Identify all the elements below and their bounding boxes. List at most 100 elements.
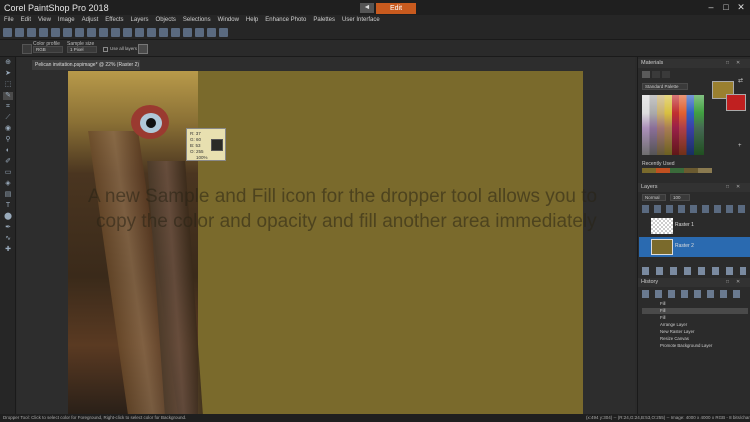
history-item[interactable]: Fill (642, 301, 748, 307)
fit-window-icon[interactable] (195, 27, 204, 37)
save-icon[interactable] (27, 27, 36, 37)
background-swatch[interactable] (726, 94, 746, 111)
layer-tools-row[interactable] (642, 205, 746, 213)
text-tool-icon[interactable]: T (3, 202, 13, 210)
layer-row-raster-1[interactable]: Raster 1 (639, 216, 750, 236)
straighten-tool-icon[interactable]: ⟋ (3, 114, 13, 122)
history-item[interactable]: Promote Background Layer (642, 343, 748, 349)
smart-photo-fix-icon[interactable] (123, 27, 132, 37)
image-canvas[interactable] (68, 71, 583, 414)
menu-objects[interactable]: Objects (156, 17, 176, 23)
layers-float-icon[interactable]: □ (726, 183, 729, 192)
toolbar-overflow-icon[interactable] (219, 27, 228, 37)
paint-brush-icon[interactable]: ✐ (3, 158, 13, 166)
actual-size-icon[interactable] (207, 27, 216, 37)
add-color-icon[interactable]: + (738, 143, 742, 149)
pick-tool-icon[interactable]: ➤ (3, 70, 13, 78)
save-as-icon[interactable] (39, 27, 48, 37)
zoom-out-icon[interactable] (183, 27, 192, 37)
panel-float-icon[interactable]: □ (726, 59, 729, 68)
menu-edit[interactable]: Edit (21, 17, 31, 23)
sample-color-swatch (211, 139, 223, 151)
layer-bottom-tools[interactable] (642, 267, 746, 275)
history-item[interactable]: New Raster Layer (642, 329, 748, 335)
print-icon[interactable] (87, 27, 96, 37)
color-profile-select[interactable]: RGB (33, 46, 63, 53)
new-file-icon[interactable] (3, 27, 12, 37)
flood-fill-icon[interactable]: ◈ (3, 180, 13, 188)
history-close-icon[interactable]: ✕ (736, 278, 740, 287)
caption-line-1: A new Sample and Fill icon for the dropp… (88, 186, 598, 207)
document-tab[interactable]: Pelican invitation.pspimage* @ 22% (Rast… (32, 60, 140, 70)
clone-brush-icon[interactable]: ⚲ (3, 136, 13, 144)
history-item[interactable]: Arrange Layer (642, 322, 748, 328)
history-item[interactable]: Resize Canvas (642, 336, 748, 342)
pan-tool-icon[interactable]: ⊕ (3, 59, 13, 67)
swap-colors-icon[interactable]: ⇄ (738, 77, 743, 84)
warp-brush-icon[interactable]: ∿ (3, 235, 13, 243)
app-title: Corel PaintShop Pro 2018 (4, 2, 109, 13)
dropper-tool-icon[interactable]: ✎ (3, 92, 13, 100)
menu-selections[interactable]: Selections (183, 17, 211, 23)
menu-user-interface[interactable]: User Interface (342, 17, 380, 23)
layer-row-raster-2[interactable]: Raster 2 (639, 237, 750, 257)
history-tools-row[interactable] (642, 290, 746, 298)
maximize-button[interactable]: □ (719, 1, 733, 14)
workspace-tab-edit[interactable]: Edit (376, 3, 416, 14)
dropper-preset-icon[interactable] (22, 44, 32, 54)
palette-select[interactable]: Standard Palette (642, 83, 688, 90)
one-step-fix-icon[interactable] (135, 27, 144, 37)
color-changer-icon[interactable]: ✚ (3, 246, 13, 254)
gradient-tool-icon[interactable]: ▤ (3, 191, 13, 199)
eraser-tool-icon[interactable]: ▭ (3, 169, 13, 177)
menu-help[interactable]: Help (246, 17, 258, 23)
layer-opacity-field[interactable]: 100 (670, 194, 690, 201)
layer-name: Raster 1 (675, 222, 694, 228)
menu-window[interactable]: Window (218, 17, 239, 23)
menu-image[interactable]: Image (58, 17, 75, 23)
menu-enhance-photo[interactable]: Enhance Photo (265, 17, 306, 23)
pen-tool-icon[interactable]: ✒ (3, 224, 13, 232)
sample-blue: B: 53 (190, 143, 201, 148)
history-item[interactable]: Fill (642, 308, 748, 314)
status-bar: Dropper Tool: Click to select color for … (0, 414, 750, 422)
sample-size-select[interactable]: 1 Pixel (67, 46, 97, 53)
selection-tool-icon[interactable]: ⬚ (3, 81, 13, 89)
dodge-tool-icon[interactable]: ◐ (3, 147, 13, 155)
zoom-in-icon[interactable] (171, 27, 180, 37)
share-icon[interactable] (75, 27, 84, 37)
minimize-button[interactable]: – (704, 1, 718, 14)
tools-toolbar: ⊕ ➤ ⬚ ✎ ⌗ ⟋ ◉ ⚲ ◐ ✐ ▭ ◈ ▤ T ⬤ ✒ ∿ ✚ (0, 57, 16, 414)
browse-icon[interactable] (63, 27, 72, 37)
history-item[interactable]: Fill (642, 315, 748, 321)
close-button[interactable]: ✕ (734, 1, 748, 14)
blend-mode-select[interactable]: Normal (642, 194, 666, 201)
use-all-layers-checkbox[interactable] (103, 47, 108, 52)
crop-tool-icon[interactable]: ⌗ (3, 103, 13, 111)
sample-and-fill-icon[interactable] (138, 44, 148, 54)
recent-colors-strip[interactable] (642, 168, 712, 173)
panel-close-icon[interactable]: ✕ (736, 59, 740, 68)
undo-icon[interactable] (99, 27, 108, 37)
red-eye-tool-icon[interactable]: ◉ (3, 125, 13, 133)
layers-close-icon[interactable]: ✕ (736, 183, 740, 192)
materials-header: Materials □ ✕ (638, 59, 750, 68)
menu-palettes[interactable]: Palettes (313, 17, 335, 23)
hsl-view-icon[interactable] (662, 71, 670, 78)
rainbow-view-icon[interactable] (652, 71, 660, 78)
menu-bar: File Edit View Image Adjust Effects Laye… (0, 15, 750, 25)
resize-icon[interactable] (159, 27, 168, 37)
menu-file[interactable]: File (4, 17, 14, 23)
save-for-office-icon[interactable] (51, 27, 60, 37)
menu-view[interactable]: View (38, 17, 51, 23)
history-float-icon[interactable]: □ (726, 278, 729, 287)
back-button[interactable]: ◄ (360, 3, 374, 13)
shape-tool-icon[interactable]: ⬤ (3, 213, 13, 221)
menu-adjust[interactable]: Adjust (82, 17, 99, 23)
menu-effects[interactable]: Effects (105, 17, 123, 23)
crop-icon[interactable] (147, 27, 156, 37)
redo-icon[interactable] (111, 27, 120, 37)
menu-layers[interactable]: Layers (131, 17, 149, 23)
open-file-icon[interactable] (15, 27, 24, 37)
palette-view-icon[interactable] (642, 71, 650, 78)
